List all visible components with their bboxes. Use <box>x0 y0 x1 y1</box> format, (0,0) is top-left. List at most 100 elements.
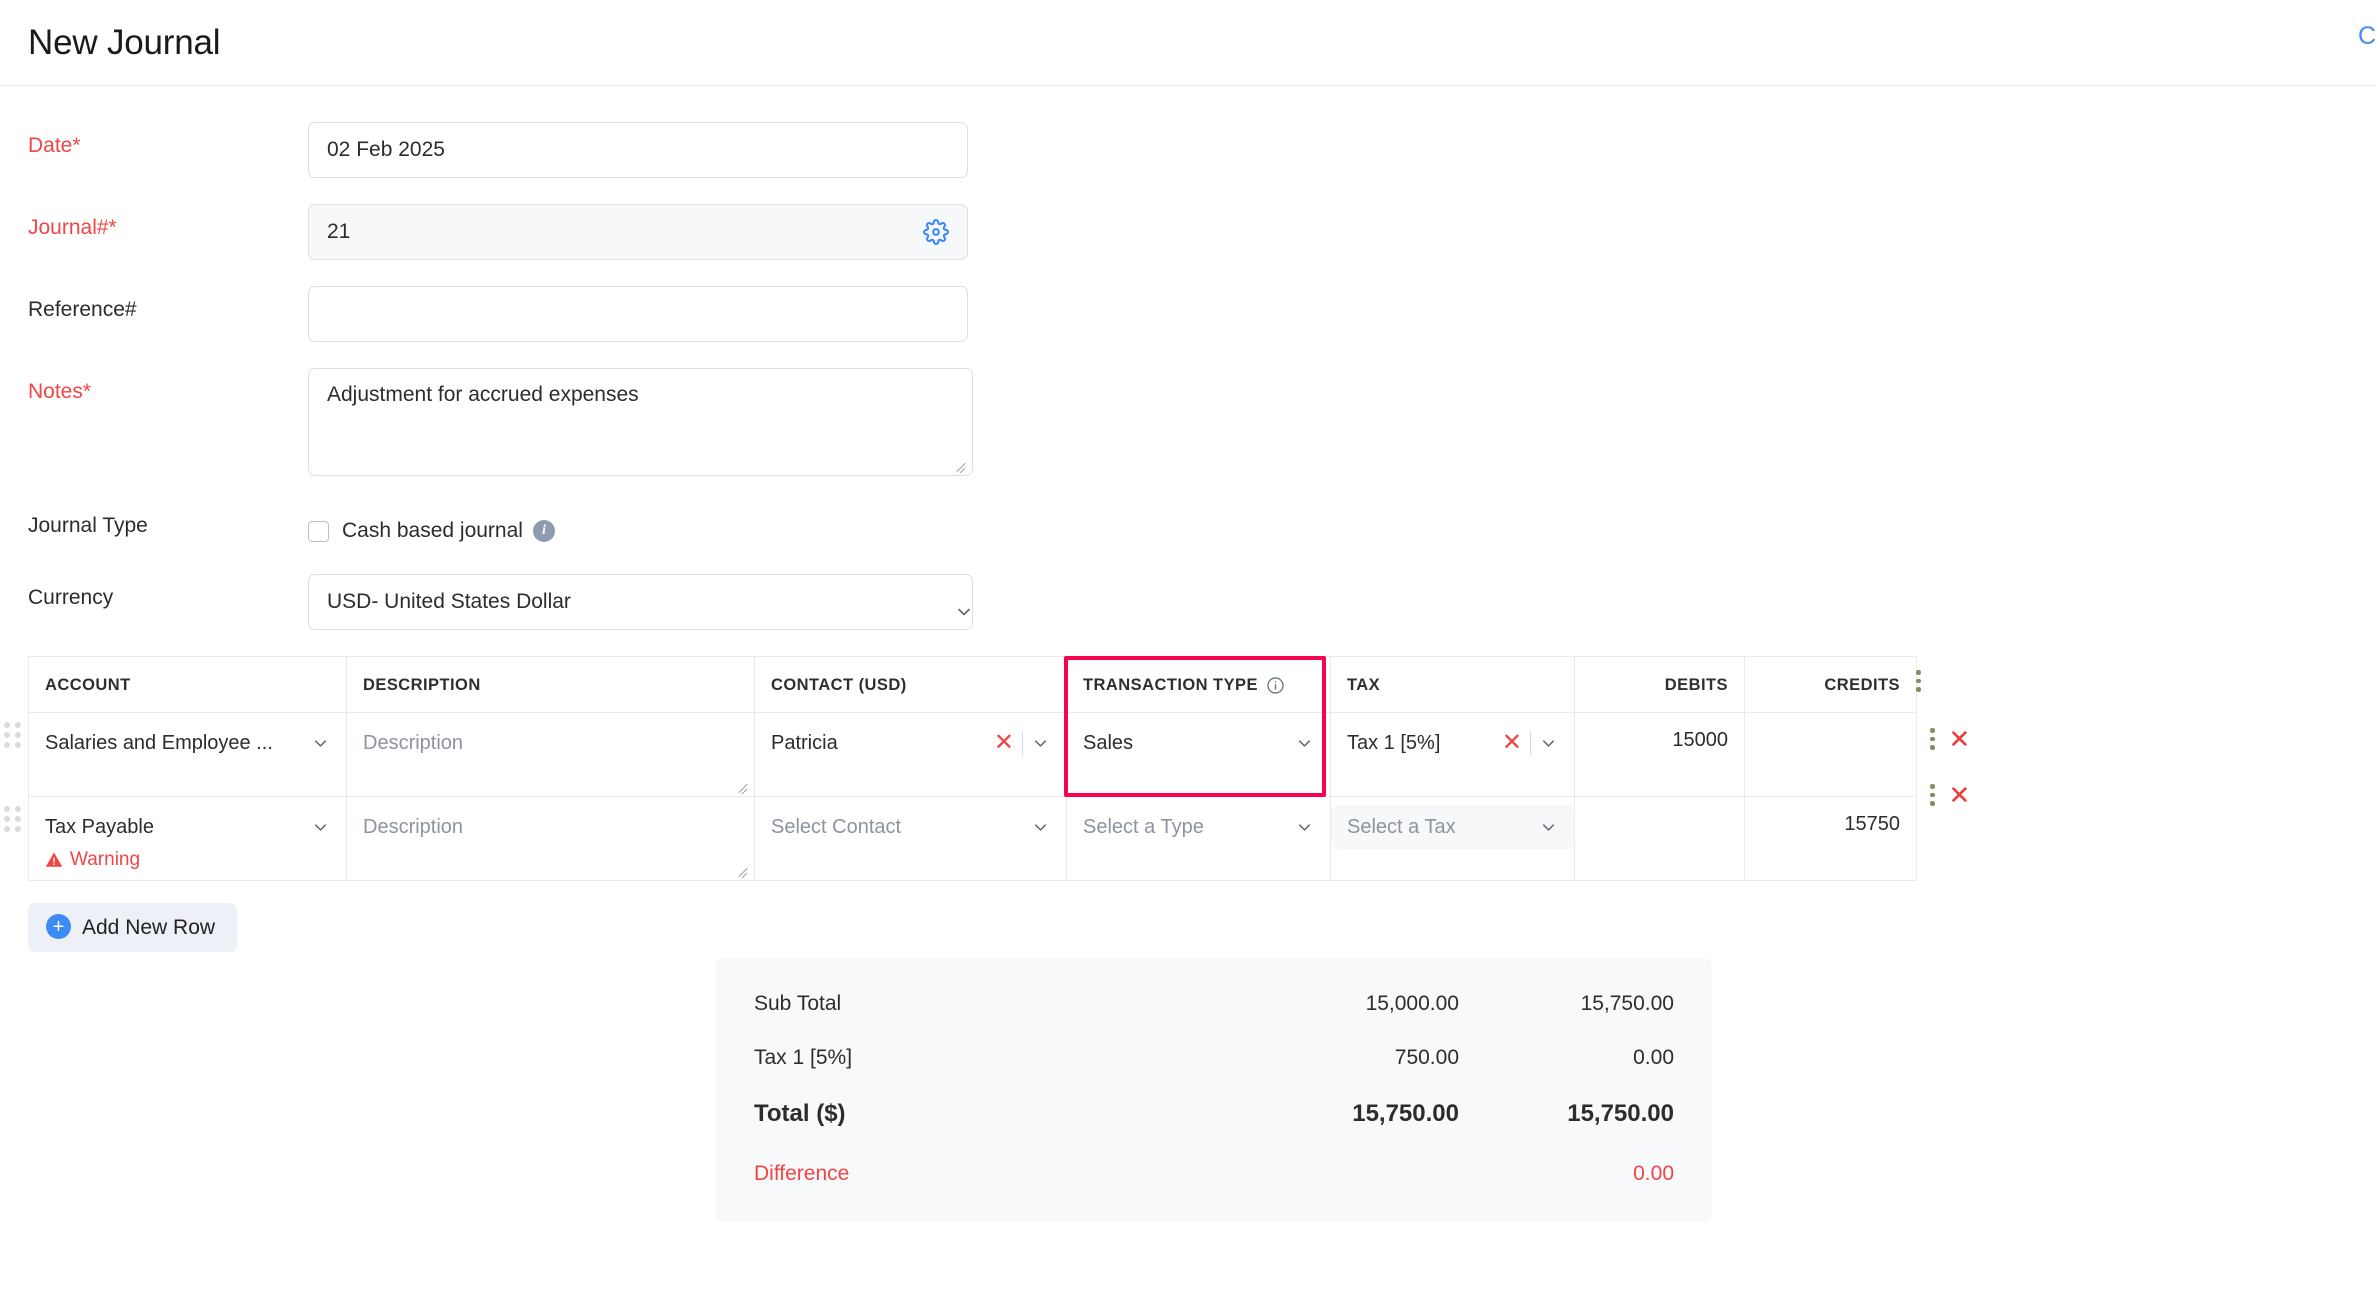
journal-number-input[interactable]: 21 <box>308 204 968 260</box>
clear-contact-icon[interactable]: ✕ <box>994 731 1014 755</box>
column-header-credits[interactable]: CREDITS <box>1744 656 1917 713</box>
chevron-down-icon[interactable] <box>1539 734 1558 753</box>
field-row-journal-type: Journal Type Cash based journal i <box>28 502 2376 558</box>
kebab-icon[interactable] <box>1930 728 1935 750</box>
resize-grip-icon[interactable] <box>955 459 969 473</box>
reference-number-input[interactable] <box>308 286 968 342</box>
tax-placeholder: Select a Tax <box>1347 815 1456 838</box>
notes-label: Notes* <box>28 380 92 403</box>
field-row-currency: Currency USD- United States Dollar <box>28 574 2376 630</box>
cell-account[interactable]: Salaries and Employee ... <box>28 712 347 797</box>
page-header: New Journal Ch <box>0 0 2376 86</box>
cell-transaction-type[interactable]: Select a Type <box>1066 796 1331 881</box>
totals-row-tax: Tax 1 [5%] 750.00 0.00 <box>754 1046 1674 1070</box>
grand-total-label: Total ($) <box>754 1100 846 1127</box>
delete-row-icon[interactable]: ✕ <box>1949 782 1971 808</box>
cash-based-journal-label: Cash based journal <box>342 519 523 542</box>
plus-circle-icon: + <box>46 914 71 939</box>
cash-based-journal-checkbox[interactable] <box>308 520 329 542</box>
cell-tax[interactable]: Select a Tax <box>1330 796 1575 881</box>
cell-credits[interactable] <box>1744 712 1917 797</box>
warning-icon <box>45 851 63 869</box>
debits-value <box>1575 797 1744 813</box>
tax-total-label: Tax 1 [5%] <box>754 1046 853 1069</box>
transaction-type-value: Sales <box>1083 731 1134 754</box>
delete-row-icon[interactable]: ✕ <box>1949 726 1971 752</box>
row-actions-row-2: ✕ <box>1930 782 1970 808</box>
chevron-down-icon[interactable] <box>1031 818 1050 837</box>
add-new-row-button[interactable]: + Add New Row <box>28 903 238 952</box>
date-input[interactable]: 02 Feb 2025 <box>308 122 968 178</box>
resize-grip-icon[interactable] <box>737 780 751 794</box>
field-row-journal-number: Journal#* 21 <box>28 204 2376 260</box>
contact-placeholder: Select Contact <box>771 815 902 838</box>
field-row-notes: Notes* Adjustment for accrued expenses <box>28 368 2376 476</box>
notes-value: Adjustment for accrued expenses <box>327 383 639 406</box>
table-settings-control <box>1916 670 1921 692</box>
cell-transaction-type[interactable]: Sales <box>1066 712 1331 797</box>
tax-total-credit: 0.00 <box>1633 1046 1674 1069</box>
cell-tax[interactable]: Tax 1 [5%] ✕ <box>1330 712 1575 797</box>
tax-total-debit: 750.00 <box>1394 1046 1459 1069</box>
currency-label: Currency <box>28 586 114 609</box>
header-action-link[interactable]: Ch <box>2358 22 2376 51</box>
debits-value: 15000 <box>1672 729 1728 751</box>
drag-handle-row-2[interactable] <box>4 806 22 832</box>
row-actions-row-1: ✕ <box>1930 726 1970 752</box>
cell-contact[interactable]: Patricia ✕ <box>754 712 1067 797</box>
account-value: Salaries and Employee ... <box>45 731 273 754</box>
grand-total-credit: 15,750.00 <box>1567 1100 1674 1127</box>
account-value: Tax Payable <box>45 815 154 838</box>
cell-description[interactable]: Description <box>346 796 755 881</box>
chevron-down-icon[interactable] <box>311 734 330 753</box>
credits-value: 15750 <box>1844 813 1900 835</box>
clear-tax-icon[interactable]: ✕ <box>1502 731 1522 755</box>
info-icon[interactable]: i <box>532 520 555 542</box>
column-header-contact[interactable]: CONTACT (USD) <box>754 656 1067 713</box>
table-header-row: ACCOUNT DESCRIPTION CONTACT (USD) TRANSA… <box>28 656 1917 713</box>
drag-handle-row-1[interactable] <box>4 722 22 748</box>
table-row: Salaries and Employee ... Description Pa… <box>28 712 1917 797</box>
grand-total-debit: 15,750.00 <box>1352 1100 1459 1127</box>
cell-account[interactable]: Tax Payable Warning <box>28 796 347 881</box>
chevron-down-icon[interactable] <box>1295 818 1314 837</box>
currency-select[interactable]: USD- United States Dollar <box>308 574 973 630</box>
column-header-transaction-type-label: TRANSACTION TYPE <box>1083 675 1258 694</box>
column-header-debits[interactable]: DEBITS <box>1574 656 1745 713</box>
cell-description[interactable]: Description <box>346 712 755 797</box>
chevron-down-icon[interactable] <box>1295 734 1314 753</box>
difference-credit: 0.00 <box>1633 1162 1674 1185</box>
reference-number-label: Reference# <box>28 298 137 321</box>
resize-grip-icon[interactable] <box>737 864 751 878</box>
journal-type-label: Journal Type <box>28 514 148 537</box>
chevron-down-icon[interactable] <box>1031 734 1050 753</box>
totals-panel: Sub Total 15,000.00 15,750.00 Tax 1 [5%]… <box>716 958 1712 1222</box>
kebab-icon[interactable] <box>1916 670 1921 692</box>
difference-label: Difference <box>754 1162 850 1185</box>
warning-text: Warning <box>70 849 141 870</box>
credits-value <box>1745 713 1916 729</box>
column-header-account[interactable]: ACCOUNT <box>28 656 347 713</box>
info-icon[interactable] <box>1266 676 1285 695</box>
cell-debits[interactable]: 15000 <box>1574 712 1745 797</box>
sub-total-label: Sub Total <box>754 992 842 1015</box>
sub-total-debit: 15,000.00 <box>1365 992 1459 1015</box>
cell-contact[interactable]: Select Contact <box>754 796 1067 881</box>
chevron-down-icon[interactable] <box>1539 818 1558 837</box>
column-header-description[interactable]: DESCRIPTION <box>346 656 755 713</box>
totals-row-difference: Difference 0.00 <box>754 1162 1674 1186</box>
journal-number-value: 21 <box>327 220 351 243</box>
column-header-transaction-type[interactable]: TRANSACTION TYPE <box>1066 656 1331 713</box>
chevron-down-icon[interactable] <box>311 818 330 837</box>
cell-debits[interactable] <box>1574 796 1745 881</box>
contact-value: Patricia <box>771 731 838 754</box>
kebab-icon[interactable] <box>1930 784 1935 806</box>
cell-credits[interactable]: 15750 <box>1744 796 1917 881</box>
gear-icon[interactable] <box>921 217 951 247</box>
transaction-type-placeholder: Select a Type <box>1083 815 1204 838</box>
currency-value: USD- United States Dollar <box>327 590 571 613</box>
journal-number-label: Journal#* <box>28 216 117 239</box>
notes-textarea[interactable]: Adjustment for accrued expenses <box>308 368 973 476</box>
line-items-table-wrapper: ACCOUNT DESCRIPTION CONTACT (USD) TRANSA… <box>0 656 2376 881</box>
column-header-tax[interactable]: TAX <box>1330 656 1575 713</box>
